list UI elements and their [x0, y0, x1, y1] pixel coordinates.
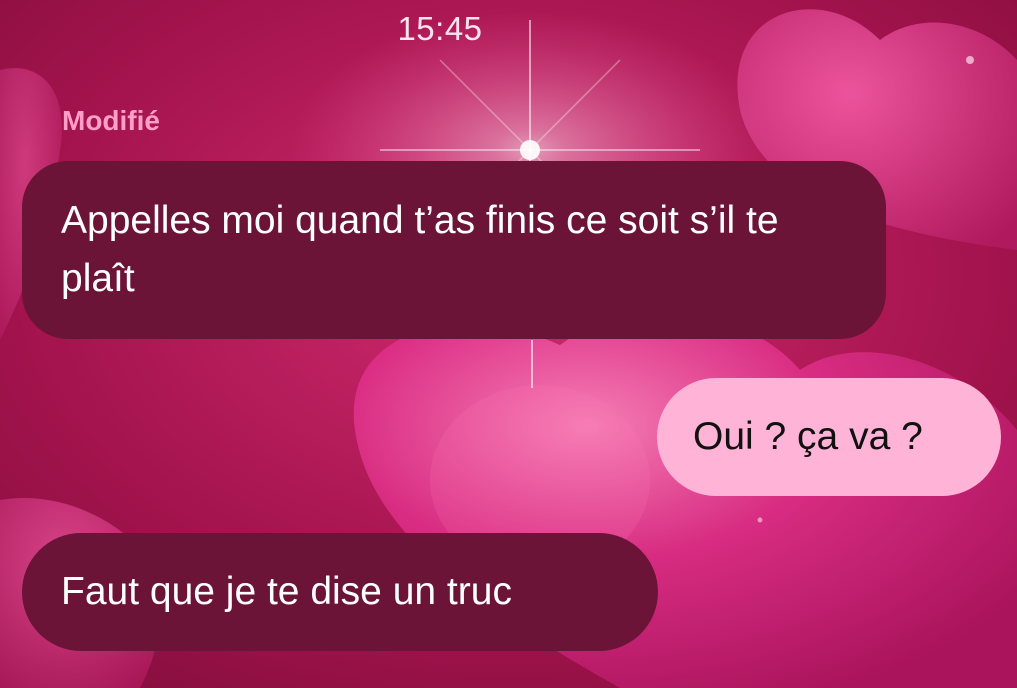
message-text: Faut que je te dise un truc [61, 570, 512, 613]
message-bubble-sent[interactable]: Oui ? ça va ? [657, 378, 1001, 496]
message-bubble-received[interactable]: Faut que je te dise un truc [22, 533, 658, 651]
message-text: Appelles moi quand t’as finis ce soit s’… [61, 199, 779, 300]
message-timestamp: 15:45 [397, 10, 483, 47]
message-text: Oui ? ça va ? [693, 415, 923, 458]
edited-indicator: Modifié [62, 105, 160, 136]
message-bubble-received[interactable]: Appelles moi quand t’as finis ce soit s’… [22, 161, 886, 339]
